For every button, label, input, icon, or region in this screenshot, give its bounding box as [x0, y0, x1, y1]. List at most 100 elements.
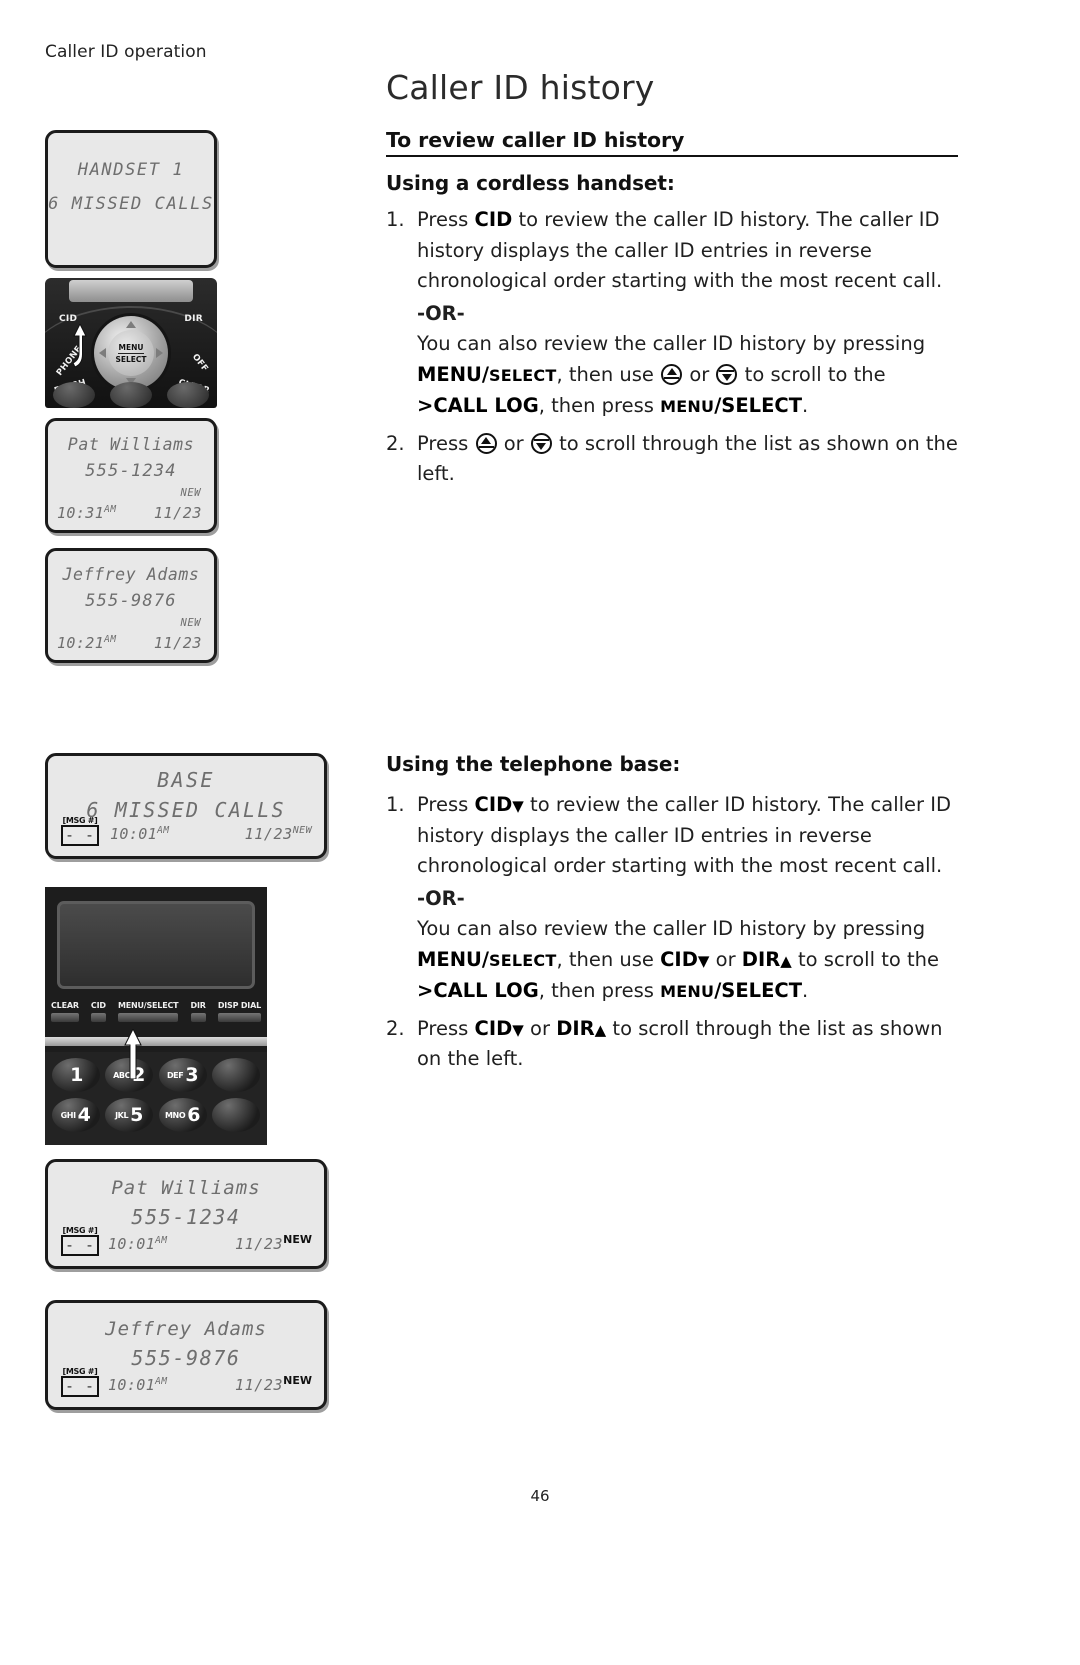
msg-label: [MSG #]: [62, 1226, 98, 1235]
msg-label-text: MSG #: [65, 816, 95, 825]
handset-step-list: 1. Press CID to review the caller ID his…: [386, 205, 958, 490]
step-number: 1.: [386, 208, 405, 231]
base-number-row-1[interactable]: 1 ABC 2 DEF 3: [45, 1052, 267, 1092]
or-text-4: to scroll to the: [738, 362, 886, 386]
handset-soft-button[interactable]: [109, 382, 152, 408]
call-time: 10:31AM: [57, 504, 116, 522]
cid-key-label: CID: [474, 208, 513, 231]
base-key-label: CLEAR: [51, 1001, 79, 1010]
base-instructions-column: Using the telephone base: 1. Press CID▼ …: [386, 752, 958, 1081]
base-key-digit: 3: [185, 1064, 199, 1086]
telephone-base-photo: CLEAR CID MENU/SELECT DIR DISP DIAL REDI…: [45, 887, 267, 1145]
step-number: 2.: [386, 1016, 405, 1040]
base-key-label: CID: [90, 1001, 106, 1010]
dir-key-label: DIR: [556, 1016, 595, 1040]
message-counter: [MSG #] - -: [61, 1368, 99, 1397]
menu-key-label: MENU/: [417, 947, 490, 971]
call-date-value: 11/23: [244, 825, 293, 843]
down-triangle-icon: ▼: [512, 1020, 524, 1039]
call-time-value: 10:21: [57, 634, 105, 652]
base-key-4[interactable]: GHI 4: [51, 1098, 100, 1132]
handset-subheading: Using a cordless handset:: [386, 171, 675, 195]
message-counter: [MSG #] - -: [61, 817, 99, 846]
handset-soft-button[interactable]: [52, 382, 95, 408]
handset-menu-select-button[interactable]: MENU SELECT: [108, 330, 154, 376]
scroll-down-icon: [716, 363, 738, 385]
base-key-5[interactable]: JKL 5: [105, 1098, 154, 1132]
new-badge: NEW: [292, 825, 312, 836]
base-photo-screen: [57, 901, 255, 989]
or-text-5: , then press: [538, 394, 661, 417]
msg-label-text: MSG #: [65, 1367, 95, 1376]
caller-name: Jeffrey Adams: [105, 1318, 267, 1340]
or-label: -OR-: [417, 301, 465, 325]
menu-key-label: MENU/: [417, 362, 490, 386]
handset-instructions-column: To review caller ID history Using a cord…: [386, 128, 958, 496]
base-key-cid[interactable]: CID: [90, 1001, 106, 1022]
page-number: 46: [530, 1487, 550, 1505]
step2-or: or: [523, 1016, 557, 1040]
call-date: 11/23NEW: [235, 1233, 312, 1253]
menu-sc-label: MENU: [660, 982, 715, 1001]
call-date: 11/23NEW: [245, 825, 312, 843]
handset-bottom-button-row[interactable]: [45, 382, 217, 408]
call-time-value: 10:31: [57, 504, 105, 522]
base-key-letters: GHI: [60, 1110, 76, 1120]
base-key-label: DISP DIAL: [217, 1001, 261, 1010]
cid-key-label: CID: [474, 793, 513, 816]
caller-name: Pat Williams: [111, 1177, 261, 1199]
call-date: 11/23: [153, 504, 202, 522]
base-photo-keypad[interactable]: REDIAL/ PAUSE 1 ABC2 DEF3 GHI4 JKL5 MNO6: [45, 1052, 267, 1145]
base-key-6[interactable]: MNO 6: [158, 1098, 207, 1132]
handset-dial-up-icon[interactable]: [126, 321, 136, 328]
base-photo-band: [45, 1037, 267, 1046]
msg-value: - -: [61, 1376, 99, 1397]
handset-cid-callout-arrow-icon: [73, 324, 87, 368]
handset-dial-right-icon[interactable]: [156, 348, 163, 358]
scroll-up-icon: [475, 432, 497, 454]
or-text-2: , then use: [556, 362, 661, 386]
step-text-a: Press: [417, 208, 475, 231]
base-photo-key-row[interactable]: CLEAR CID MENU/SELECT DIR DISP DIAL: [45, 1001, 267, 1027]
base-key-redial[interactable]: [212, 1058, 261, 1092]
base-key-menu-select[interactable]: MENU/SELECT: [117, 1001, 179, 1022]
call-time-meridiem: AM: [104, 634, 117, 645]
base-number-row-2[interactable]: GHI 4 JKL 5 MNO 6: [45, 1092, 267, 1132]
handset-dial-left-icon[interactable]: [99, 348, 106, 358]
base-key-disp-dial[interactable]: DISP DIAL: [217, 1001, 261, 1022]
or-text-3: or: [709, 947, 742, 971]
handset-entry-screen-1: Pat Williams 555-1234 NEW 10:31AM 11/23: [45, 418, 217, 533]
running-head: Caller ID operation: [45, 42, 207, 62]
handset-soft-button[interactable]: [167, 382, 210, 408]
down-triangle-icon: ▼: [512, 797, 524, 815]
menu-select-divider: [118, 352, 144, 354]
handset-step-2: 2. Press or to scroll through the list a…: [386, 429, 958, 490]
base-key-extra[interactable]: [212, 1098, 261, 1132]
select-key-label: SELECT: [489, 950, 557, 970]
base-cid-callout-arrow-icon: [124, 1029, 142, 1079]
or-period: .: [802, 394, 809, 417]
call-time-meridiem: AM: [155, 1235, 168, 1246]
base-entry-screen-2: Jeffrey Adams 555-9876 [MSG #] - - 10:01…: [45, 1300, 327, 1410]
heading-rule: [386, 155, 958, 157]
call-time: 10:01AM: [108, 1376, 167, 1394]
base-key-cap: [51, 1013, 79, 1022]
base-key-clear[interactable]: CLEAR: [51, 1001, 79, 1022]
scroll-up-icon: [661, 363, 683, 385]
base-key-1[interactable]: 1: [51, 1058, 100, 1092]
base-key-letters: JKL: [115, 1110, 129, 1120]
message-counter: [MSG #] - -: [61, 1227, 99, 1256]
base-key-cap: [217, 1013, 261, 1022]
base-key-dir[interactable]: DIR: [190, 1001, 206, 1022]
call-time: 10:01AM: [110, 825, 169, 843]
handset-photo-screen: [69, 280, 193, 302]
handset-summary-line1: HANDSET 1: [77, 160, 185, 180]
base-or-paragraph: You can also review the caller ID histor…: [417, 914, 958, 1008]
base-key-3[interactable]: DEF 3: [158, 1058, 207, 1092]
handset-navigation-dial[interactable]: MENU SELECT: [94, 316, 168, 390]
dir-key-label: DIR: [741, 947, 781, 971]
or-text-5: , then press: [538, 979, 661, 1002]
or-period: .: [802, 979, 809, 1002]
new-badge: NEW: [283, 1374, 312, 1387]
handset-entry-screen-2: Jeffrey Adams 555-9876 NEW 10:21AM 11/23: [45, 548, 217, 663]
